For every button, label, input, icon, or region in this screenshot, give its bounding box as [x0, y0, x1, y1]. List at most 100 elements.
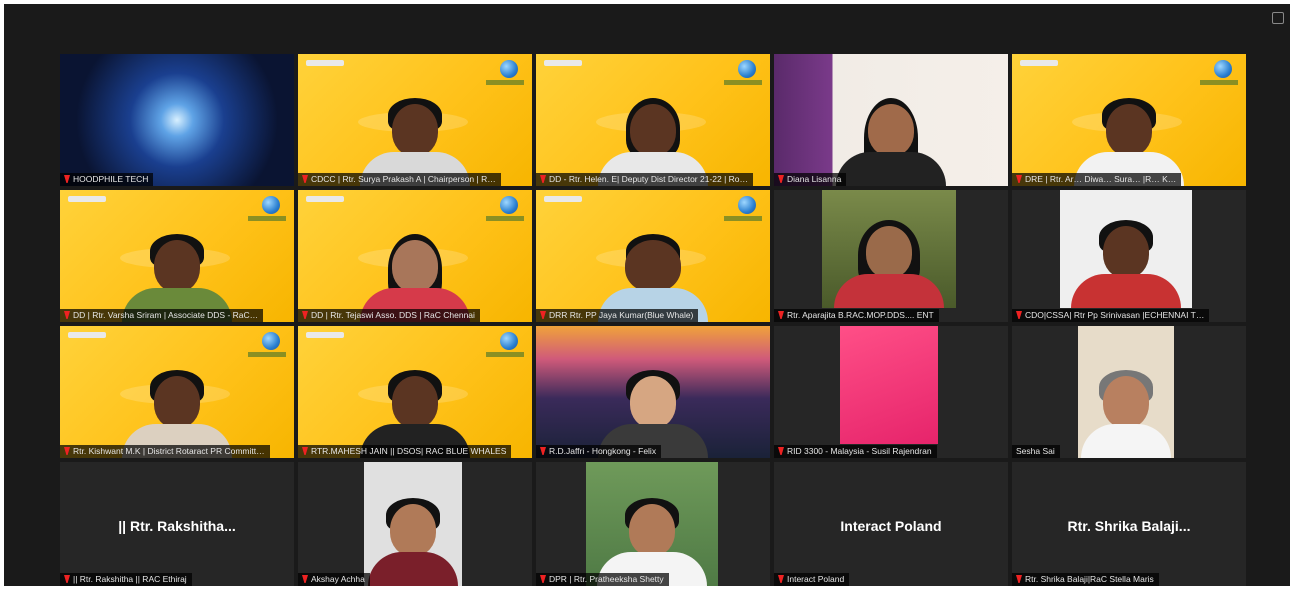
- brand-logo: [1020, 60, 1058, 66]
- participant-name-tag: Rtr. Shrika Balaji|RaC Stella Maris: [1012, 573, 1159, 586]
- participant-person: [1081, 368, 1171, 458]
- video-feed: [536, 326, 770, 458]
- participant-name-tag: RTR.MAHESH JAIN || DSOS| RAC BLUE WHALES: [298, 445, 512, 458]
- participant-name-tag: DD - Rtr. Helen. E| Deputy Dist Director…: [536, 173, 754, 186]
- mic-muted-icon: [1016, 311, 1022, 319]
- mic-muted-icon: [1016, 575, 1022, 583]
- video-feed: [298, 190, 532, 322]
- participant-display-name: Rtr. Shrika Balaji...: [1067, 518, 1191, 534]
- window-control-icon[interactable]: [1272, 12, 1284, 24]
- participant-name-tag: Diana Lisanna: [774, 173, 847, 186]
- brand-logo: [306, 196, 344, 202]
- participant-name-tag: Rtr. Aparajita B.RAC.MOP.DDS.... ENT: [774, 309, 939, 322]
- mic-muted-icon: [302, 575, 308, 583]
- participant-person: [836, 96, 946, 186]
- participant-tile[interactable]: DD | Rtr. Tejaswi Asso. DDS | RaC Chenna…: [298, 190, 532, 322]
- zoom-window: HOODPHILE TECH CDCC | Rtr. Surya Prakash…: [4, 4, 1290, 586]
- participant-tile[interactable]: Sesha Sai: [1012, 326, 1246, 458]
- mic-muted-icon: [302, 311, 308, 319]
- participant-tile[interactable]: HOODPHILE TECH: [60, 54, 294, 186]
- participant-display-name: Interact Poland: [840, 518, 942, 534]
- globe-icon: [262, 196, 280, 214]
- globe-icon: [738, 196, 756, 214]
- video-feed: [822, 190, 956, 308]
- brand-logo: [544, 196, 582, 202]
- org-logo: [248, 352, 286, 357]
- org-logo: [486, 80, 524, 85]
- globe-icon: [738, 60, 756, 78]
- video-feed: [536, 54, 770, 186]
- mic-muted-icon: [778, 175, 784, 183]
- mic-muted-icon: [540, 447, 546, 455]
- participant-name-tag: CDO|CSSA| Rtr Pp Srinivasan |ECHENNAI T…: [1012, 309, 1210, 322]
- participant-name-tag: RID 3300 - Malaysia - Susil Rajendran: [774, 445, 937, 458]
- participant-tile[interactable]: R.D.Jaffri - Hongkong - Felix: [536, 326, 770, 458]
- participant-tile[interactable]: Interact Poland Interact Poland: [774, 462, 1008, 586]
- participant-name-tag: || Rtr. Rakshitha || RAC Ethiraj: [60, 573, 192, 586]
- video-feed: [840, 326, 938, 444]
- participant-tile[interactable]: CDCC | Rtr. Surya Prakash A | Chairperso…: [298, 54, 532, 186]
- org-logo: [724, 80, 762, 85]
- participant-person: [368, 496, 458, 586]
- video-feed: [536, 190, 770, 322]
- globe-icon: [262, 332, 280, 350]
- video-feed: [60, 326, 294, 458]
- video-feed: [60, 190, 294, 322]
- participant-name-tag: CDCC | Rtr. Surya Prakash A | Chairperso…: [298, 173, 501, 186]
- participant-name-tag: DD | Rtr. Tejaswi Asso. DDS | RaC Chenna…: [298, 309, 480, 322]
- mic-muted-icon: [540, 311, 546, 319]
- video-feed: [774, 54, 1008, 186]
- video-feed: [298, 54, 532, 186]
- participant-name-tag: DRE | Rtr. Ar… Diwa… Sura… |R… K…: [1012, 173, 1182, 186]
- participant-name-tag: Interact Poland: [774, 573, 850, 586]
- brand-logo: [68, 332, 106, 338]
- video-feed: [586, 462, 718, 586]
- globe-icon: [1214, 60, 1232, 78]
- mic-muted-icon: [302, 447, 308, 455]
- mic-muted-icon: [64, 311, 70, 319]
- participant-tile[interactable]: Rtr. Kishwant M.K | District Rotaract PR…: [60, 326, 294, 458]
- participant-tile[interactable]: DD - Rtr. Helen. E| Deputy Dist Director…: [536, 54, 770, 186]
- globe-icon: [500, 332, 518, 350]
- mic-muted-icon: [540, 175, 546, 183]
- participant-name-tag: Akshay Achha: [298, 573, 370, 586]
- mic-muted-icon: [1016, 175, 1022, 183]
- participant-name-tag: Sesha Sai: [1012, 445, 1060, 458]
- participant-tile[interactable]: Rtr. Shrika Balaji... Rtr. Shrika Balaji…: [1012, 462, 1246, 586]
- org-logo: [1200, 80, 1238, 85]
- brand-logo: [544, 60, 582, 66]
- participant-tile[interactable]: Rtr. Aparajita B.RAC.MOP.DDS.... ENT: [774, 190, 1008, 322]
- participant-tile[interactable]: DD | Rtr. Varsha Sriram | Associate DDS …: [60, 190, 294, 322]
- participant-tile[interactable]: Diana Lisanna: [774, 54, 1008, 186]
- brand-logo: [306, 60, 344, 66]
- participant-name-tag: DRR Rtr. PP Jaya Kumar(Blue Whale): [536, 309, 699, 322]
- video-feed: [1060, 190, 1192, 308]
- participant-tile[interactable]: DPR | Rtr. Pratheeksha Shetty: [536, 462, 770, 586]
- participant-tile[interactable]: DRR Rtr. PP Jaya Kumar(Blue Whale): [536, 190, 770, 322]
- participant-name-tag: DD | Rtr. Varsha Sriram | Associate DDS …: [60, 309, 264, 322]
- participant-tile[interactable]: RTR.MAHESH JAIN || DSOS| RAC BLUE WHALES: [298, 326, 532, 458]
- participant-tile[interactable]: || Rtr. Rakshitha... || Rtr. Rakshitha |…: [60, 462, 294, 586]
- participant-display-name: || Rtr. Rakshitha...: [118, 518, 236, 534]
- video-feed: [298, 326, 532, 458]
- participant-person: [1071, 218, 1181, 308]
- mic-muted-icon: [64, 175, 70, 183]
- globe-icon: [500, 60, 518, 78]
- participant-tile[interactable]: Akshay Achha: [298, 462, 532, 586]
- org-logo: [486, 352, 524, 357]
- brand-logo: [306, 332, 344, 338]
- participant-person: [834, 218, 944, 308]
- brand-logo: [68, 196, 106, 202]
- globe-icon: [500, 196, 518, 214]
- participant-tile[interactable]: RID 3300 - Malaysia - Susil Rajendran: [774, 326, 1008, 458]
- participant-tile[interactable]: DRE | Rtr. Ar… Diwa… Sura… |R… K…: [1012, 54, 1246, 186]
- video-feed: [60, 54, 294, 186]
- video-feed: [1012, 54, 1246, 186]
- org-logo: [724, 216, 762, 221]
- participant-tile[interactable]: CDO|CSSA| Rtr Pp Srinivasan |ECHENNAI T…: [1012, 190, 1246, 322]
- org-logo: [248, 216, 286, 221]
- org-logo: [486, 216, 524, 221]
- video-feed: [364, 462, 462, 586]
- mic-muted-icon: [778, 311, 784, 319]
- mic-muted-icon: [778, 447, 784, 455]
